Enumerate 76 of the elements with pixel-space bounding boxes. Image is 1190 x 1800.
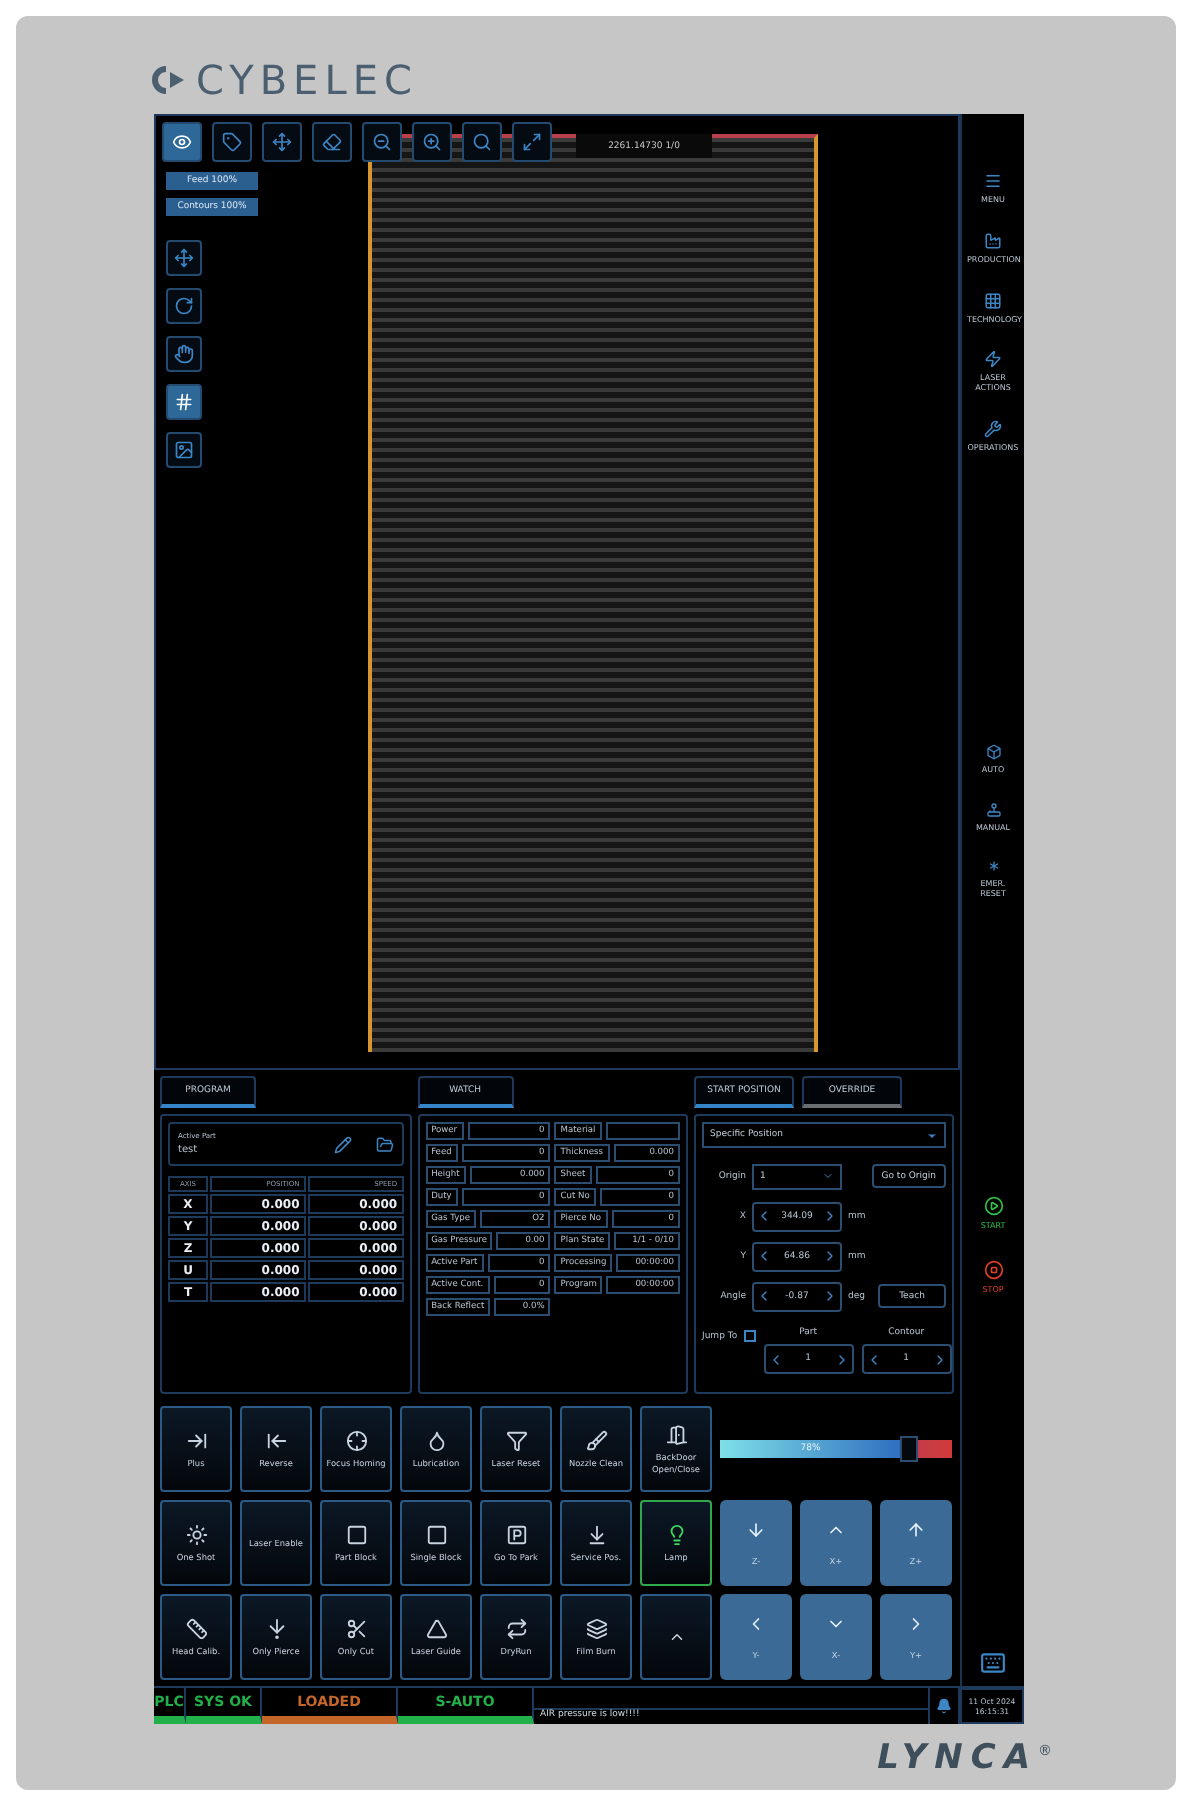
- door-icon: [665, 1424, 687, 1447]
- image-icon: [174, 440, 194, 460]
- lightning-icon: [984, 350, 1002, 369]
- zoom-out-icon: [372, 132, 392, 152]
- arrow-down-icon: [585, 1523, 607, 1546]
- zoom-in-icon: [422, 132, 442, 152]
- toolbar-button[interactable]: [512, 122, 552, 162]
- hand-icon: [174, 344, 194, 364]
- arrow-down-icon: [746, 1519, 766, 1540]
- triangle-icon: [425, 1617, 447, 1640]
- chevron-right-icon[interactable]: [822, 1208, 838, 1224]
- repeat-icon: [505, 1617, 527, 1640]
- chevron-right-icon[interactable]: [822, 1288, 838, 1304]
- arrow-right-icon: [185, 1429, 207, 1452]
- toolbar-button[interactable]: [362, 122, 402, 162]
- eye-icon: [172, 132, 192, 152]
- menu-icon: [984, 172, 1002, 190]
- lightbulb-icon: [665, 1523, 687, 1546]
- asterisk-icon: [985, 858, 1001, 875]
- square-icon: [425, 1523, 447, 1546]
- toolbar-button[interactable]: [312, 122, 352, 162]
- parking-icon: [505, 1523, 527, 1546]
- cube-icon: [985, 743, 1001, 760]
- toolbar-button[interactable]: [462, 122, 502, 162]
- brand-logo: CYBELEC: [196, 56, 418, 104]
- tool-button[interactable]: [166, 336, 202, 372]
- bell-icon[interactable]: [936, 1698, 952, 1714]
- chevron-left-icon[interactable]: [756, 1248, 772, 1264]
- move-icon: [272, 132, 292, 152]
- factory-icon: [984, 231, 1002, 250]
- rotate-icon: [174, 296, 194, 316]
- expand-button[interactable]: [640, 1594, 712, 1680]
- square-icon: [345, 1523, 367, 1546]
- arrow-down-icon: [265, 1617, 287, 1640]
- slider-thumb[interactable]: [900, 1436, 919, 1462]
- arrow-left-icon: [265, 1429, 287, 1452]
- logo-icon: [150, 64, 186, 96]
- play-icon: [983, 1195, 1003, 1216]
- caret-icon: [822, 1170, 834, 1182]
- toolbar-button[interactable]: [162, 122, 202, 162]
- ruler-icon: [185, 1617, 207, 1640]
- brand-footer: LYNCA$^{®}$: [877, 1737, 1060, 1777]
- move-icon: [174, 248, 194, 268]
- tool-button[interactable]: [166, 432, 202, 468]
- chevron-up-icon: [667, 1628, 685, 1646]
- tool-button[interactable]: [166, 240, 202, 276]
- grid-icon: [984, 291, 1002, 310]
- joystick-icon: [985, 801, 1001, 818]
- wrench-icon: [984, 419, 1002, 438]
- tool-button[interactable]: [166, 384, 202, 420]
- droplet-icon: [425, 1429, 447, 1452]
- scissors-icon: [345, 1617, 367, 1640]
- expand-icon: [522, 132, 542, 152]
- pencil-icon[interactable]: [333, 1135, 352, 1153]
- chevron-left-icon[interactable]: [756, 1288, 772, 1304]
- caret-icon: [926, 1129, 938, 1141]
- toolbar-button[interactable]: [212, 122, 252, 162]
- folder-icon[interactable]: [375, 1135, 394, 1153]
- keyboard-icon[interactable]: [980, 1650, 1006, 1676]
- field-value: [605, 1122, 680, 1140]
- crosshair-icon: [345, 1429, 367, 1452]
- tool-button[interactable]: [166, 288, 202, 324]
- toolbar-button[interactable]: [412, 122, 452, 162]
- sun-icon: [185, 1523, 207, 1546]
- jump-to-checkbox[interactable]: [743, 1330, 756, 1342]
- eraser-icon: [322, 132, 342, 152]
- chevron-left-icon[interactable]: [756, 1208, 772, 1224]
- tag-icon: [222, 132, 242, 152]
- layers-icon: [585, 1617, 607, 1640]
- search-icon: [472, 132, 492, 152]
- arrow-up-icon: [906, 1519, 926, 1540]
- funnel-icon: [505, 1429, 527, 1452]
- stop-icon: [983, 1259, 1003, 1280]
- grid-icon: [174, 392, 194, 412]
- brush-icon: [585, 1429, 607, 1452]
- toolbar-button[interactable]: [262, 122, 302, 162]
